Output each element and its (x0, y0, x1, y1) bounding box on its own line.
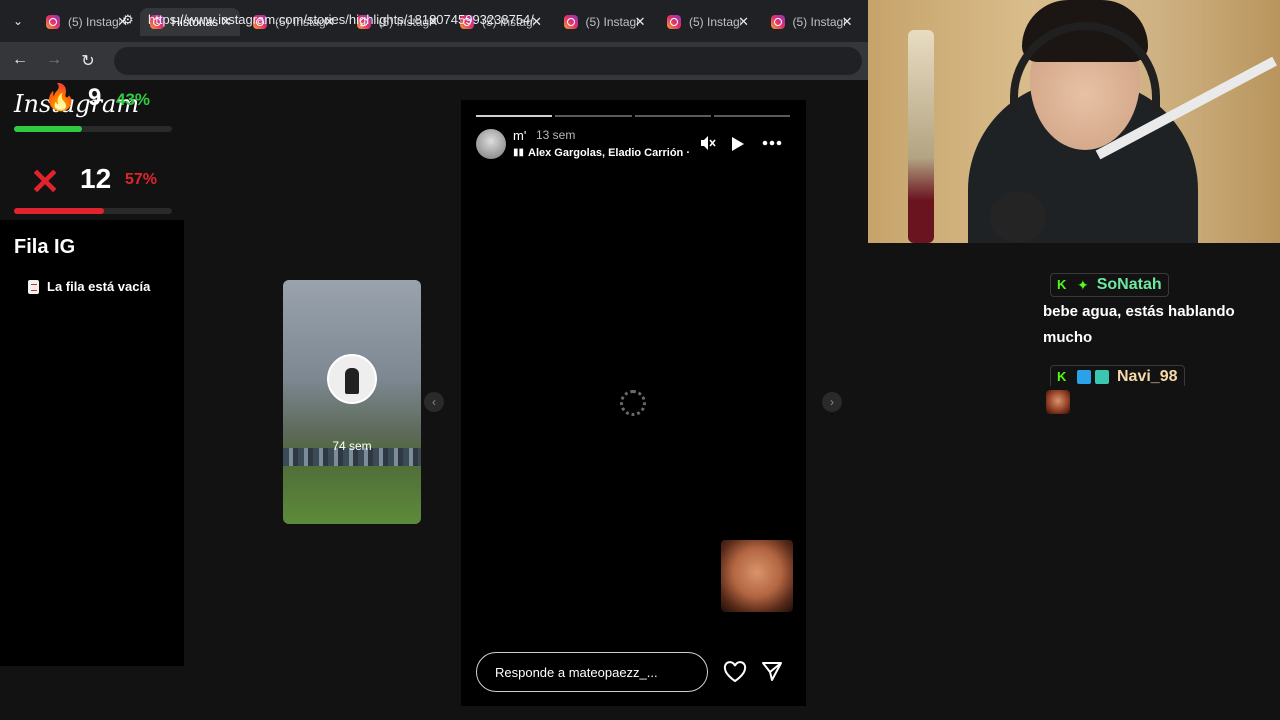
url-text[interactable]: https://www.instagram.com/stories/highli… (148, 12, 534, 27)
x-mark-icon: ✕ (30, 161, 61, 202)
music-bars-icon: ▮▮ (513, 147, 525, 158)
send-icon[interactable] (761, 660, 783, 682)
queue-empty-item: La fila está vacía (28, 279, 150, 294)
url-field[interactable] (114, 47, 862, 75)
browser-tab[interactable]: (5) Instagram✕ (554, 8, 654, 36)
tab-title: (5) Instagram (689, 15, 741, 29)
reply-placeholder: Responde a mateopaezz_... (495, 664, 658, 680)
instagram-favicon-icon (770, 15, 785, 29)
ig-progress-bar (14, 126, 172, 132)
browser-tab[interactable]: (5) Instagram✕ (36, 8, 136, 36)
reply-input[interactable]: Responde a mateopaezz_... (476, 652, 708, 692)
story-username[interactable]: m' (513, 128, 526, 143)
gift-badge-icon (1095, 370, 1109, 384)
kick-badge-icon: K (1057, 369, 1067, 384)
tab-title: (5) Instagram (585, 15, 638, 29)
x-count: 12 (80, 163, 112, 194)
ig-percent: 43% (116, 90, 151, 109)
queue-title: Fila IG (14, 236, 76, 258)
loading-spinner-icon (620, 390, 646, 416)
x-percent: 57% (125, 171, 158, 188)
previous-arrow-icon[interactable]: ‹ (424, 392, 444, 412)
document-icon (28, 279, 39, 294)
tab-search-chevron-icon[interactable]: ⌄ (6, 10, 30, 32)
webcam-microphone (990, 192, 1046, 242)
chat-username[interactable]: SoNatah (1097, 276, 1162, 294)
muted-speaker-icon[interactable] (699, 134, 717, 152)
tab-title: (5) Instagram (792, 15, 845, 29)
close-tab-icon[interactable]: ✕ (635, 14, 646, 30)
instagram-favicon-icon (667, 15, 681, 29)
story-progress-segment (713, 115, 790, 117)
preview-age: 74 sem (332, 439, 372, 453)
queue-empty-text: La fila está vacía (47, 279, 151, 294)
heart-icon[interactable] (723, 661, 747, 683)
site-settings-icon[interactable]: ⚙ (122, 12, 134, 28)
chat-message-1: bebe agua, estás hablando mucho (1036, 299, 1280, 355)
forward-arrow-icon[interactable]: → (44, 51, 64, 69)
screen: ⌄ (5) Instagram✕Historias✕(5) Instagram✕… (0, 0, 1280, 720)
next-arrow-icon[interactable]: › (822, 392, 842, 412)
close-tab-icon[interactable]: ✕ (738, 14, 749, 30)
browser-tab[interactable]: (5) Instagram✕ (761, 8, 861, 36)
x-progress-bar (14, 208, 172, 214)
story-progress-segment (555, 115, 632, 117)
back-arrow-icon[interactable]: ← (10, 51, 30, 69)
webcam-feed (868, 0, 1280, 243)
chat-user-row-1: K ✦ SoNatah (1050, 273, 1169, 297)
story-avatar[interactable] (476, 129, 506, 159)
chat-username[interactable]: Navi_98 (1117, 368, 1178, 386)
browser-tab[interactable]: (5) Instagram✕ (657, 8, 757, 36)
face-emote-sticker (721, 540, 793, 612)
ig-count: 9 (88, 84, 102, 111)
play-icon[interactable] (731, 136, 745, 152)
tab-title: (5) Instagram (68, 15, 120, 29)
kick-badge-icon: K (1057, 277, 1067, 292)
flame-icon: 🔥 (44, 82, 77, 112)
subscriber-badge-icon (1077, 370, 1091, 384)
story-time: 13 sem (536, 128, 576, 142)
preview-avatar (327, 354, 377, 404)
x-progress-fill (14, 208, 105, 214)
story-progress-segment (476, 115, 553, 117)
chat-emote (1046, 390, 1070, 414)
star-badge-icon: ✦ (1077, 276, 1089, 293)
instagram-favicon-icon (563, 15, 578, 29)
story-progress-segment (634, 115, 711, 117)
webcam-guitar (908, 30, 934, 243)
ig-progress-fill (14, 126, 82, 132)
instagram-favicon-icon (46, 15, 60, 29)
previous-story-preview[interactable]: 74 sem (283, 280, 421, 524)
address-bar: ← → ↻ (0, 42, 868, 80)
more-options-icon[interactable] (762, 140, 782, 146)
chat-message-2 (1036, 386, 1280, 420)
reload-icon[interactable]: ↻ (78, 51, 98, 71)
close-tab-icon[interactable]: ✕ (842, 14, 853, 30)
story-music[interactable]: Alex Gargolas, Eladio Carrión · (528, 147, 690, 159)
